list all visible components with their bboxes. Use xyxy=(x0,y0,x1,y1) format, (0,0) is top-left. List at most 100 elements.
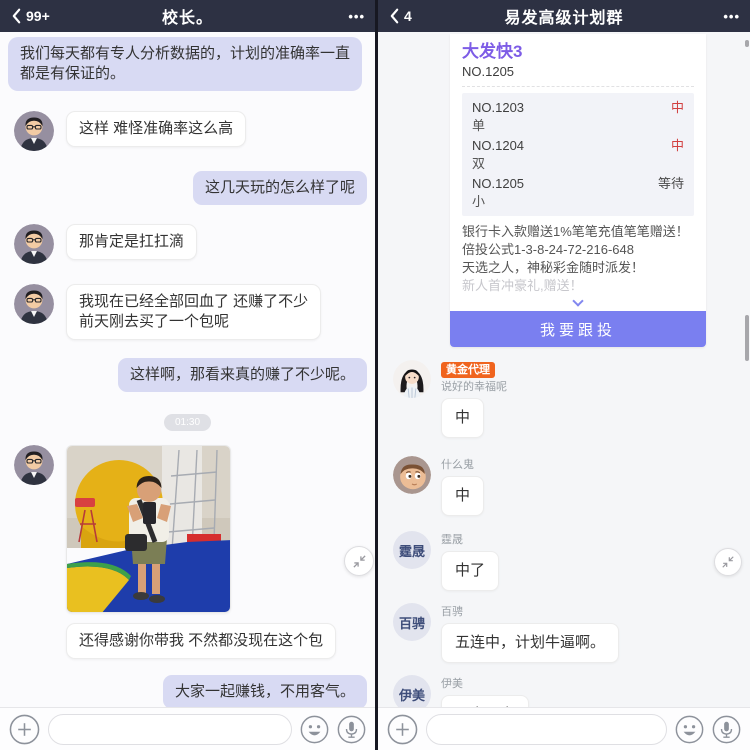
game-name: 大发快3 xyxy=(462,42,523,61)
plus-icon xyxy=(387,714,418,745)
unread-count: 99+ xyxy=(26,8,50,24)
message-input-bar xyxy=(378,707,750,750)
avatar[interactable] xyxy=(14,111,54,151)
pick-value: 双 xyxy=(472,156,486,171)
man-avatar-icon xyxy=(14,224,54,264)
promo-line-faded: 新人首冲豪礼,赠送！ xyxy=(462,278,583,293)
chevron-left-icon xyxy=(388,7,401,25)
current-round: NO.1205 xyxy=(462,64,515,79)
time-divider: 01:30 xyxy=(8,414,367,431)
collapse-arrows-icon xyxy=(352,554,367,569)
promo-line: 银行卡入款赠送1%笔笔充值笔笔赠送！ xyxy=(462,224,689,239)
collapse-screen-button[interactable] xyxy=(714,548,742,576)
follow-bet-button[interactable]: 我要跟投 xyxy=(450,311,706,347)
message-bubble: 中了 xyxy=(441,551,500,591)
emoji-button[interactable] xyxy=(300,715,329,744)
voice-button[interactable] xyxy=(712,715,741,744)
results-board: NO.1203 中 单 NO.1204 中 双 NO.1205 等待 小 xyxy=(462,93,694,216)
avatar[interactable] xyxy=(14,284,54,324)
collapse-screen-button[interactable] xyxy=(344,546,374,576)
scrollbar-thumb[interactable] xyxy=(745,315,749,361)
message-list: 我们每天都有专人分析数据的，计划的准确率一直都是有保证的。 这样 难怪准确率这么… xyxy=(0,32,375,707)
collapse-arrows-icon xyxy=(721,555,735,569)
message-bubble: 大家一起赚钱，不用客气。 xyxy=(162,675,367,707)
member-name: 百骋 xyxy=(441,606,463,618)
result-badge: 中 xyxy=(670,100,684,115)
more-menu-icon[interactable]: ••• xyxy=(293,9,365,24)
message-row: 这几天玩的怎么样了呢 xyxy=(8,171,367,205)
smiley-icon xyxy=(675,715,704,744)
round-number: NO.1203 xyxy=(472,100,525,115)
avatar[interactable] xyxy=(14,224,54,264)
plus-icon xyxy=(9,714,40,745)
chat-title: 校长。 xyxy=(161,10,213,27)
member-name: 霆晟 xyxy=(441,534,463,546)
microphone-icon xyxy=(712,715,741,744)
attach-button[interactable] xyxy=(9,714,40,745)
message-row: 这样 难怪准确率这么高 xyxy=(8,111,367,151)
pick-value: 小 xyxy=(472,194,486,209)
message-row: 还得感谢你带我 不然都没现在这个包 xyxy=(8,623,367,659)
message-bubble: 五连中，计划牛逼啊。 xyxy=(441,623,620,663)
two-chat-screens: 99+ 校长。 ••• 我们每天都有专人分析数据的，计划的准确率一直都是有保证的… xyxy=(0,0,750,750)
emoji-button[interactable] xyxy=(675,715,704,744)
timestamp: 01:30 xyxy=(163,414,212,431)
baby-avatar-icon xyxy=(393,456,431,494)
message-bubble: 我们每天都有专人分析数据的，计划的准确率一直都是有保证的。 xyxy=(8,37,362,91)
message-input[interactable] xyxy=(48,713,292,745)
lottery-plan-card: 大发快3 NO.1205 NO.1203 中 单 NO.1204 中 双 NO.… xyxy=(450,34,706,347)
message-bubble: 这样 难怪准确率这么高 xyxy=(66,111,247,147)
man-avatar-icon xyxy=(14,445,54,485)
voice-button[interactable] xyxy=(337,715,366,744)
member-name: 伊美 xyxy=(441,678,463,690)
result-badge: 等待 xyxy=(657,176,684,191)
round-number: NO.1205 xyxy=(472,176,525,191)
selfie-photo xyxy=(67,446,230,612)
attach-button[interactable] xyxy=(387,714,418,745)
promo-line: 倍投公式1-3-8-24-72-216-648 xyxy=(462,242,634,257)
microphone-icon xyxy=(337,715,366,744)
unread-count: 4 xyxy=(404,8,412,24)
promo-line: 天选之人，神秘彩金随时派发！ xyxy=(462,260,645,275)
result-badge: 中 xyxy=(670,138,684,153)
message-input-bar xyxy=(0,707,375,750)
avatar[interactable]: 伊美 xyxy=(393,675,431,707)
photo-message[interactable] xyxy=(66,445,231,613)
member-name: 什么鬼 xyxy=(441,459,474,471)
expand-chevron-icon[interactable] xyxy=(572,295,584,307)
message-input[interactable] xyxy=(426,713,667,745)
message-bubble: 这几天玩的怎么样了呢 xyxy=(192,171,367,205)
promo-text: 银行卡入款赠送1%笔笔充值笔笔赠送！ 倍投公式1-3-8-24-72-216-6… xyxy=(462,216,694,295)
member-badge: 黄金代理 xyxy=(441,362,495,378)
avatar[interactable]: 霆晟 xyxy=(393,531,431,569)
group-message-row: 黄金代理 说好的幸福呢 中 xyxy=(393,360,750,438)
avatar[interactable] xyxy=(393,360,431,398)
avatar[interactable] xyxy=(393,456,431,494)
header-right: 4 易发高级计划群 ••• xyxy=(378,0,750,32)
back-button[interactable]: 4 xyxy=(388,7,460,25)
smiley-icon xyxy=(300,715,329,744)
message-bubble: 中 xyxy=(441,476,485,516)
scrollbar-thumb[interactable] xyxy=(745,40,749,47)
member-name: 说好的幸福呢 xyxy=(441,381,507,393)
avatar[interactable] xyxy=(14,445,54,485)
man-avatar-icon xyxy=(14,284,54,324)
message-bubble: 中 xyxy=(441,398,485,438)
dashed-divider xyxy=(462,86,694,87)
chat-screen-private: 99+ 校长。 ••• 我们每天都有专人分析数据的，计划的准确率一直都是有保证的… xyxy=(0,0,375,750)
message-bubble: 那肯定是扛扛滴 xyxy=(66,224,198,260)
result-row: NO.1205 等待 小 xyxy=(472,175,684,210)
avatar[interactable]: 百骋 xyxy=(393,603,431,641)
group-message-list: 大发快3 NO.1205 NO.1203 中 单 NO.1204 中 双 NO.… xyxy=(378,32,750,707)
girl-avatar-icon xyxy=(393,360,431,398)
message-row: 我现在已经全部回血了 还赚了不少 前天刚去买了一个包呢 xyxy=(8,284,367,340)
header-left: 99+ 校长。 ••• xyxy=(0,0,375,32)
pick-value: 单 xyxy=(472,118,486,133)
message-bubble: 厉害厉害 xyxy=(441,695,530,707)
chevron-left-icon xyxy=(10,7,23,25)
message-row: 我们每天都有专人分析数据的，计划的准确率一直都是有保证的。 xyxy=(8,37,367,91)
more-menu-icon[interactable]: ••• xyxy=(668,9,740,24)
message-bubble: 还得感谢你带我 不然都没现在这个包 xyxy=(66,623,337,659)
result-row: NO.1204 中 双 xyxy=(472,137,684,172)
back-button[interactable]: 99+ xyxy=(10,7,82,25)
